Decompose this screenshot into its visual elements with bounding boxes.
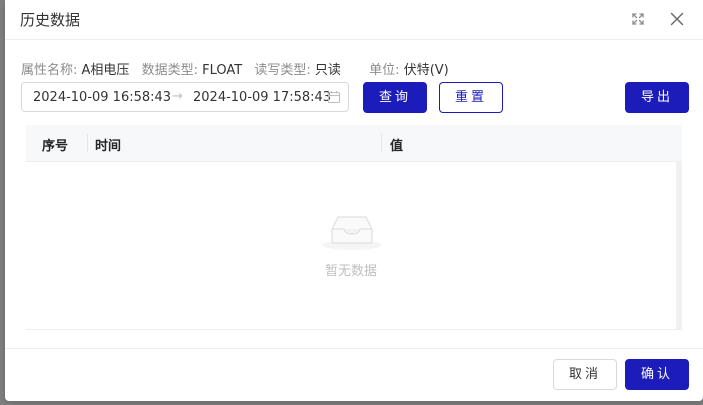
fullscreen-icon — [632, 13, 644, 25]
column-header-time: 时间 — [95, 139, 122, 154]
empty-state-text: 暂无数据 — [324, 264, 377, 279]
inbox-empty-icon — [322, 216, 382, 250]
cancel-button[interactable]: 取消 — [553, 359, 617, 390]
history-data-table: 序号 时间 值 暂无数据 — [26, 125, 682, 330]
unit-value: 伏特(V) — [403, 63, 449, 78]
query-button[interactable]: 查询 — [363, 82, 427, 113]
data-type-label: 数据类型: — [141, 63, 198, 78]
column-header-index: 序号 — [42, 139, 69, 154]
date-range-picker[interactable]: 2024-10-09 16:58:43 → 2024-10-09 17:58:4… — [21, 82, 349, 112]
property-meta-row: 属性名称: A相电压 数据类型: FLOAT 读写类型: 只读 单位: 伏特(V… — [21, 59, 457, 78]
table-header: 序号 时间 值 — [26, 125, 682, 162]
dialog-title: 历史数据 — [20, 11, 81, 29]
footer-divider — [5, 348, 703, 349]
history-data-dialog: 历史数据 属性名称: A相电压 数据类型: FLOAT 读写类型: 只读 单位:… — [5, 0, 703, 401]
reset-button[interactable]: 重置 — [439, 82, 503, 113]
unit-label: 单位: — [369, 63, 400, 78]
calendar-icon — [327, 91, 341, 104]
close-icon — [670, 12, 684, 26]
table-scrollbar[interactable] — [676, 161, 682, 329]
column-header-value: 值 — [390, 139, 404, 154]
rw-type-value: 只读 — [314, 63, 341, 78]
range-end-input[interactable]: 2024-10-09 17:58:43 — [193, 90, 331, 105]
range-separator: → — [172, 89, 183, 104]
confirm-button[interactable]: 确认 — [625, 359, 689, 390]
table-empty-state: 暂无数据 — [26, 161, 676, 329]
range-start-input[interactable]: 2024-10-09 16:58:43 — [33, 90, 171, 105]
rw-type-label: 读写类型: — [254, 63, 311, 78]
property-name-label: 属性名称: — [21, 63, 78, 78]
export-button[interactable]: 导出 — [625, 82, 689, 113]
fullscreen-button[interactable] — [629, 10, 647, 28]
property-name-value: A相电压 — [81, 63, 130, 78]
data-type-value: FLOAT — [202, 63, 243, 78]
close-button[interactable] — [668, 10, 686, 28]
dialog-header: 历史数据 — [5, 0, 703, 40]
